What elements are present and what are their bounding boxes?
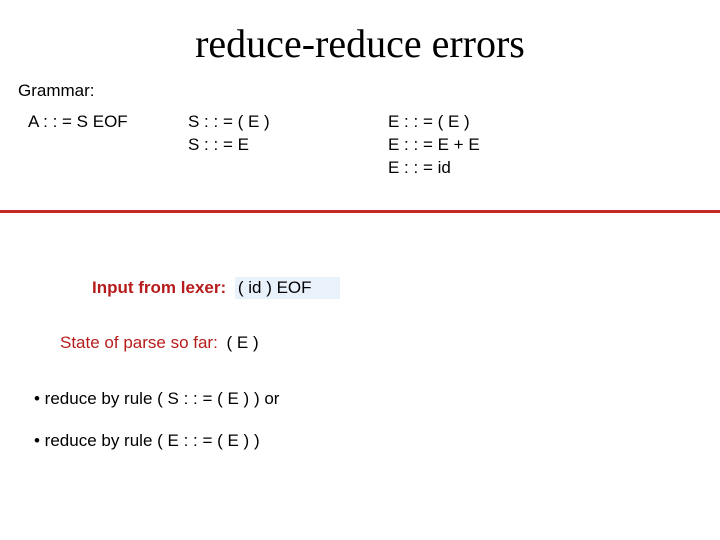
state-value: ( E ) [227, 333, 259, 352]
state-label: State of parse so far: [60, 333, 218, 352]
rule-s2: S : : = E [188, 134, 388, 157]
divider [0, 210, 720, 213]
rule-e3: E : : = id [388, 157, 480, 180]
bullet-1: • reduce by rule ( S : : = ( E ) ) or [34, 387, 720, 411]
rule-a: A : : = S EOF [28, 111, 188, 180]
slide: reduce-reduce errors Grammar: A : : = S … [0, 0, 720, 540]
rule-e: E : : = ( E ) E : : = E + E E : : = id [388, 111, 480, 180]
slide-title: reduce-reduce errors [0, 0, 720, 75]
rule-a-line: A : : = S EOF [28, 111, 188, 134]
grammar-label: Grammar: [0, 75, 720, 111]
rule-e1: E : : = ( E ) [388, 111, 480, 134]
bullets: • reduce by rule ( S : : = ( E ) ) or • … [0, 387, 720, 453]
bullet-2: • reduce by rule ( E : : = ( E ) ) [34, 429, 720, 453]
lexer-label: Input from lexer: [92, 278, 226, 297]
state-row: State of parse so far: ( E ) [0, 333, 720, 353]
lexer-input: ( id ) EOF [235, 277, 340, 299]
rule-s: S : : = ( E ) S : : = E [188, 111, 388, 180]
rule-e2: E : : = E + E [388, 134, 480, 157]
lexer-row: Input from lexer: ( id ) EOF [0, 277, 720, 299]
grammar-rules: A : : = S EOF S : : = ( E ) S : : = E E … [0, 111, 720, 180]
rule-s1: S : : = ( E ) [188, 111, 388, 134]
